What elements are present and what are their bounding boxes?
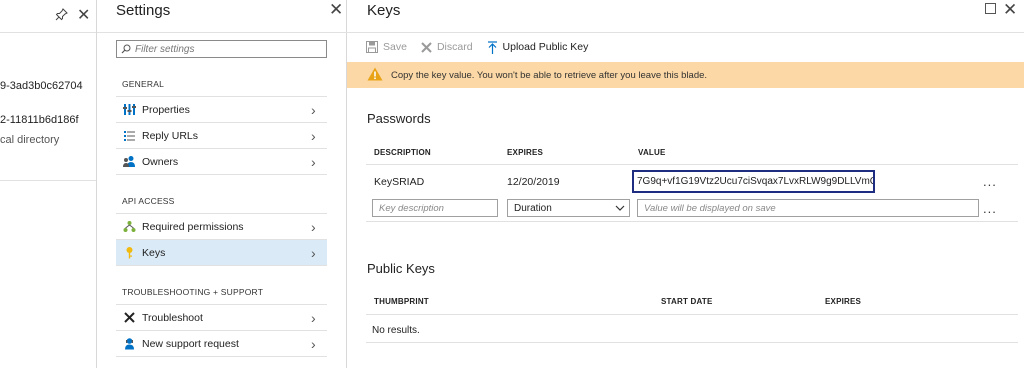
close-icon[interactable]: ✕ (77, 5, 90, 25)
passwords-title: Passwords (367, 111, 431, 126)
no-results-text: No results. (372, 325, 420, 336)
save-label: Save (383, 41, 407, 53)
keys-toolbar: Save Discard Upload Public Key (366, 38, 602, 56)
key-expires-cell: 12/20/2019 (507, 176, 560, 188)
divider (0, 180, 96, 181)
maximize-icon[interactable] (985, 3, 996, 14)
keys-blade: Keys ✕ Save Discard Upload Public Key Co… (347, 0, 1024, 368)
divider (366, 221, 1018, 222)
section-label-general: GENERAL (122, 79, 165, 89)
divider (116, 356, 327, 357)
menu-item-label: New support request (142, 337, 239, 350)
save-button[interactable]: Save (366, 41, 407, 53)
save-icon (366, 41, 378, 53)
permissions-icon (116, 220, 142, 233)
menu-item-owners[interactable]: Owners › (116, 148, 327, 174)
menu-item-label: Properties (142, 103, 190, 116)
divider (366, 164, 1018, 165)
more-options-icon[interactable]: ... (983, 174, 997, 189)
more-options-icon[interactable]: ... (983, 201, 997, 216)
key-value-field[interactable]: 7G9q+vf1G19Vtz2Ucu7ciSvqax7LvxRLW9g9DLLV… (632, 170, 875, 193)
public-keys-title: Public Keys (367, 261, 435, 276)
wrench-icon (116, 311, 142, 324)
close-icon[interactable]: ✕ (1003, 0, 1017, 20)
chevron-right-icon: › (311, 335, 316, 352)
application-id-value: 9-3ad3b0c62704 (0, 80, 83, 92)
chevron-right-icon: › (311, 218, 316, 235)
menu-item-required-permissions[interactable]: Required permissions › (116, 213, 327, 239)
column-header-description: DESCRIPTION (374, 148, 431, 157)
divider (347, 32, 1024, 33)
column-header-start-date: START DATE (661, 297, 713, 306)
key-description-cell: KeySRIAD (374, 176, 425, 188)
menu-item-label: Reply URLs (142, 129, 199, 142)
section-label-troubleshooting: TROUBLESHOOTING + SUPPORT (122, 287, 264, 297)
key-icon (116, 246, 142, 259)
chevron-right-icon: › (311, 153, 316, 170)
owners-icon (116, 155, 142, 168)
list-icon (116, 129, 142, 142)
close-icon[interactable]: ✕ (329, 0, 343, 20)
warning-message: Copy the key value. You won't be able to… (391, 69, 708, 81)
divider (366, 342, 1018, 343)
divider (97, 32, 347, 33)
properties-icon (116, 103, 142, 116)
menu-item-label: Keys (142, 246, 166, 259)
menu-item-troubleshoot[interactable]: Troubleshoot › (116, 304, 327, 330)
discard-icon (421, 41, 432, 53)
discard-label: Discard (436, 41, 473, 53)
column-header-thumbprint: THUMBPRINT (374, 297, 429, 306)
previous-blade-header: ✕ (0, 0, 96, 33)
menu-item-keys[interactable]: Keys › (116, 239, 327, 265)
filter-placeholder: Filter settings (135, 43, 195, 55)
upload-icon (487, 40, 498, 54)
filter-settings-input[interactable]: Filter settings (116, 40, 327, 58)
column-header-expires: EXPIRES (507, 148, 544, 157)
upload-label: Upload Public Key (502, 41, 589, 53)
settings-blade: Settings ✕ Filter settings GENERAL Prope… (97, 0, 347, 368)
warning-banner: Copy the key value. You won't be able to… (347, 62, 1024, 88)
chevron-right-icon: › (311, 127, 316, 144)
warning-icon (367, 67, 383, 84)
directory-text: cal directory (0, 134, 60, 146)
chevron-right-icon: › (311, 309, 316, 326)
support-icon (116, 337, 142, 350)
key-value-output: Value will be displayed on save (637, 199, 979, 217)
previous-blade: ✕ 9-3ad3b0c62704 2-11811b6d186f cal dire… (0, 0, 97, 368)
discard-button[interactable]: Discard (421, 41, 473, 53)
divider (116, 265, 327, 266)
menu-item-new-support-request[interactable]: New support request › (116, 330, 327, 356)
chevron-down-icon (615, 203, 625, 214)
menu-item-reply-urls[interactable]: Reply URLs › (116, 122, 327, 148)
settings-title: Settings (116, 2, 171, 19)
chevron-right-icon: › (311, 101, 316, 118)
menu-item-properties[interactable]: Properties › (116, 96, 327, 122)
menu-item-label: Required permissions (142, 220, 244, 233)
object-id-value: 2-11811b6d186f (0, 114, 79, 126)
key-description-input[interactable]: Key description (372, 199, 498, 217)
section-label-api-access: API ACCESS (122, 196, 175, 206)
chevron-right-icon: › (311, 244, 316, 261)
column-header-expires: EXPIRES (825, 297, 862, 306)
upload-public-key-button[interactable]: Upload Public Key (487, 40, 589, 54)
search-icon (121, 44, 131, 54)
menu-item-label: Owners (142, 155, 179, 168)
divider (116, 174, 327, 175)
menu-item-label: Troubleshoot (142, 311, 203, 324)
duration-value: Duration (514, 202, 552, 214)
pin-icon[interactable] (55, 8, 68, 24)
keys-title: Keys (367, 2, 401, 19)
column-header-value: VALUE (638, 148, 666, 157)
divider (366, 314, 1018, 315)
duration-select[interactable]: Duration (507, 199, 630, 217)
